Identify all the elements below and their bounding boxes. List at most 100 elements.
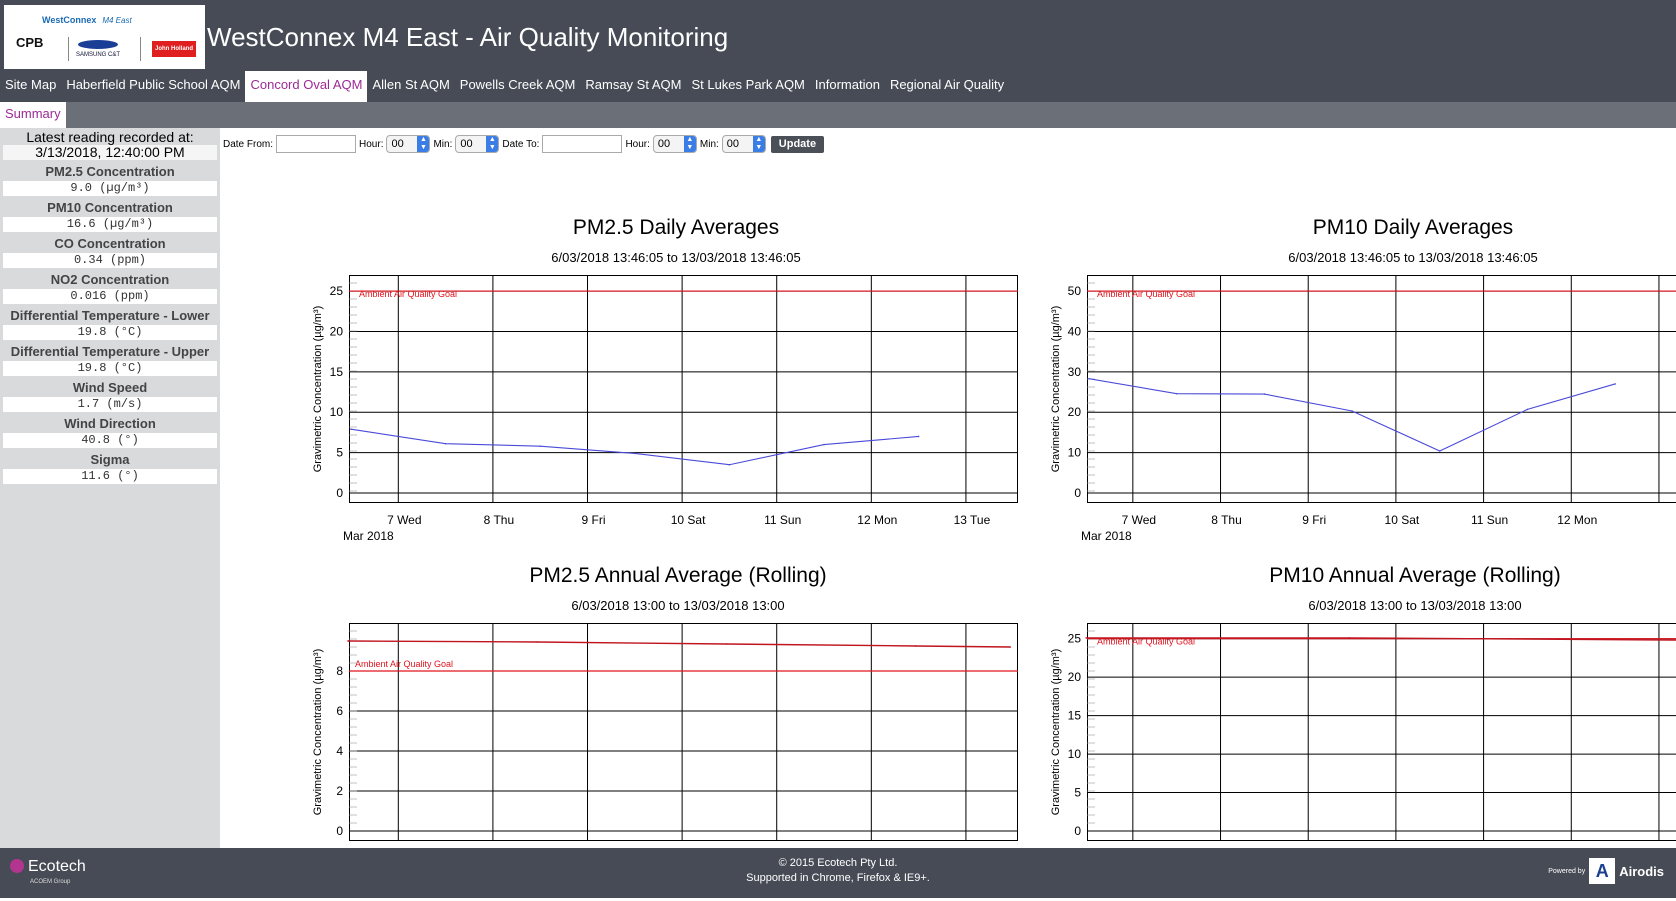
- main-nav: Site MapHaberfield Public School AQMConc…: [0, 71, 1009, 102]
- chart-title: PM10 Annual Average (Rolling): [1115, 564, 1676, 588]
- reading-value: 11.6 (°): [3, 469, 217, 484]
- data-point: [918, 436, 920, 438]
- nav-item-ramsay-st-aqm[interactable]: Ramsay St AQM: [580, 71, 686, 102]
- westconnex-logo[interactable]: WestConnexM4 East CPB SAMSUNG C&T John H…: [4, 5, 205, 69]
- data-point: [823, 444, 825, 446]
- data-point: [1614, 383, 1616, 385]
- reading-value: 40.8 (°): [3, 433, 217, 448]
- plot-frame: [350, 276, 1018, 503]
- goal-label: Ambient Air Quality Goal: [355, 659, 453, 669]
- sub-tabbar: Summary: [0, 102, 1676, 128]
- nav-item-site-map[interactable]: Site Map: [0, 71, 61, 102]
- data-point: [536, 641, 538, 643]
- x-tick-label: 11 Sun: [1471, 513, 1508, 527]
- y-tick-label: 25: [330, 284, 344, 298]
- reading-item: CO Concentration0.34 (ppm): [0, 236, 220, 268]
- select-arrows-icon: ▲▼: [486, 136, 498, 152]
- reading-value: 1.7 (m/s): [3, 397, 217, 412]
- x-tick-label: 7 Wed: [1122, 513, 1156, 527]
- data-point: [1527, 409, 1529, 411]
- nav-item-powells-creek-aqm[interactable]: Powells Creek AQM: [455, 71, 581, 102]
- y-tick-label: 0: [1074, 824, 1081, 838]
- data-point: [347, 640, 349, 642]
- to-min-select[interactable]: 00▲▼: [722, 135, 766, 153]
- footer: EcotechACOEM Group © 2015 Ecotech Pty Lt…: [0, 848, 1676, 898]
- reading-label: Wind Speed: [0, 380, 220, 395]
- reading-label: Wind Direction: [0, 416, 220, 431]
- chart-title: PM2.5 Annual Average (Rolling): [378, 564, 978, 588]
- y-tick-label: 20: [330, 324, 344, 338]
- y-tick-label: 20: [1068, 405, 1082, 419]
- y-tick-label: 8: [336, 664, 343, 678]
- select-arrows-icon: ▲▼: [417, 136, 429, 152]
- chart-subtitle: 6/03/2018 13:46:05 to 13/03/2018 13:46:0…: [1113, 250, 1676, 265]
- y-tick-label: 15: [1068, 709, 1082, 723]
- y-axis-label: Gravimetric Concentration (µg/m³): [312, 649, 324, 816]
- y-tick-label: 50: [1068, 284, 1082, 298]
- y-tick-label: 0: [336, 824, 343, 838]
- reading-value: 9.0 (µg/m³): [3, 181, 217, 196]
- chart-subtitle: 6/03/2018 13:00 to 13/03/2018 13:00: [1115, 598, 1676, 613]
- copyright: © 2015 Ecotech Pty Ltd.Supported in Chro…: [0, 856, 1676, 886]
- reading-value: 19.8 (°C): [3, 325, 217, 340]
- y-tick-label: 40: [1068, 324, 1082, 338]
- reading-value: 16.6 (µg/m³): [3, 217, 217, 232]
- reading-label: Differential Temperature - Upper: [0, 344, 220, 359]
- nav-item-haberfield-public-school-aqm[interactable]: Haberfield Public School AQM: [61, 71, 245, 102]
- to-hour-select[interactable]: 00▲▼: [653, 135, 697, 153]
- data-point: [1009, 646, 1011, 648]
- logo-divider: [140, 37, 141, 61]
- x-tick-label: 12 Mon: [857, 513, 897, 527]
- data-point: [1176, 393, 1178, 395]
- reading-label: Differential Temperature - Lower: [0, 308, 220, 323]
- nav-item-allen-st-aqm[interactable]: Allen St AQM: [367, 71, 454, 102]
- y-tick-label: 5: [336, 446, 343, 460]
- latest-timestamp: 3/13/2018, 12:40:00 PM: [3, 145, 217, 160]
- reading-label: CO Concentration: [0, 236, 220, 251]
- plot-frame: [350, 624, 1018, 841]
- data-point: [1085, 637, 1087, 639]
- reading-item: Differential Temperature - Upper 19.8 (°C…: [0, 344, 220, 376]
- tab-summary[interactable]: Summary: [0, 102, 66, 128]
- y-tick-label: 0: [336, 486, 343, 500]
- chart-plot: 0510152025Ambient Air Quality Goal7 Wed8…: [349, 275, 1018, 563]
- goal-label: Ambient Air Quality Goal: [359, 289, 457, 299]
- y-tick-label: 5: [1074, 786, 1081, 800]
- x-tick-label: 12 Mon: [1557, 513, 1597, 527]
- airodis-logo[interactable]: Powered byAAirodis: [1548, 858, 1664, 884]
- date-to-input[interactable]: [542, 135, 622, 153]
- latest-label: Latest reading recorded at:: [26, 129, 193, 145]
- y-tick-label: 2: [336, 784, 343, 798]
- logo-divider: [68, 37, 69, 61]
- x-tick-label: 9 Fri: [582, 513, 606, 527]
- john-holland-logo: John Holland: [152, 41, 196, 57]
- nav-item-concord-oval-aqm[interactable]: Concord Oval AQM: [245, 71, 367, 102]
- data-point: [445, 443, 447, 445]
- chart-subtitle: 6/03/2018 13:46:05 to 13/03/2018 13:46:0…: [376, 250, 976, 265]
- plot-frame: [1088, 624, 1676, 841]
- reading-item: Wind Direction 40.8 (°): [0, 416, 220, 448]
- logo-text: WestConnexM4 East: [42, 15, 132, 25]
- update-button[interactable]: Update: [771, 136, 824, 153]
- data-point: [729, 464, 731, 466]
- nav-item-regional-air-quality[interactable]: Regional Air Quality: [885, 71, 1009, 102]
- reading-value: 19.8 (°C): [3, 361, 217, 376]
- hour-label: Hour:: [625, 139, 649, 150]
- cpb-logo: CPB: [16, 35, 43, 50]
- x-sub-label: Mar 2018: [343, 529, 394, 543]
- nav-item-st-lukes-park-aqm[interactable]: St Lukes Park AQM: [686, 71, 809, 102]
- x-tick-label: 8 Thu: [1211, 513, 1241, 527]
- airodis-icon: A: [1589, 858, 1615, 884]
- from-hour-select[interactable]: 00▲▼: [386, 135, 430, 153]
- y-tick-label: 6: [336, 704, 343, 718]
- date-from-input[interactable]: [276, 135, 356, 153]
- reading-item: Wind Speed 1.7 (m/s): [0, 380, 220, 412]
- from-min-select[interactable]: 00▲▼: [455, 135, 499, 153]
- nav-item-information[interactable]: Information: [810, 71, 885, 102]
- min-label: Min:: [433, 139, 452, 150]
- reading-item: PM10 Concentration16.6 (µg/m³): [0, 200, 220, 232]
- x-tick-label: 9 Fri: [1302, 513, 1326, 527]
- y-tick-label: 10: [330, 405, 344, 419]
- y-axis-label: Gravimetric Concentration (µg/m³): [1050, 306, 1062, 473]
- y-tick-label: 30: [1068, 365, 1082, 379]
